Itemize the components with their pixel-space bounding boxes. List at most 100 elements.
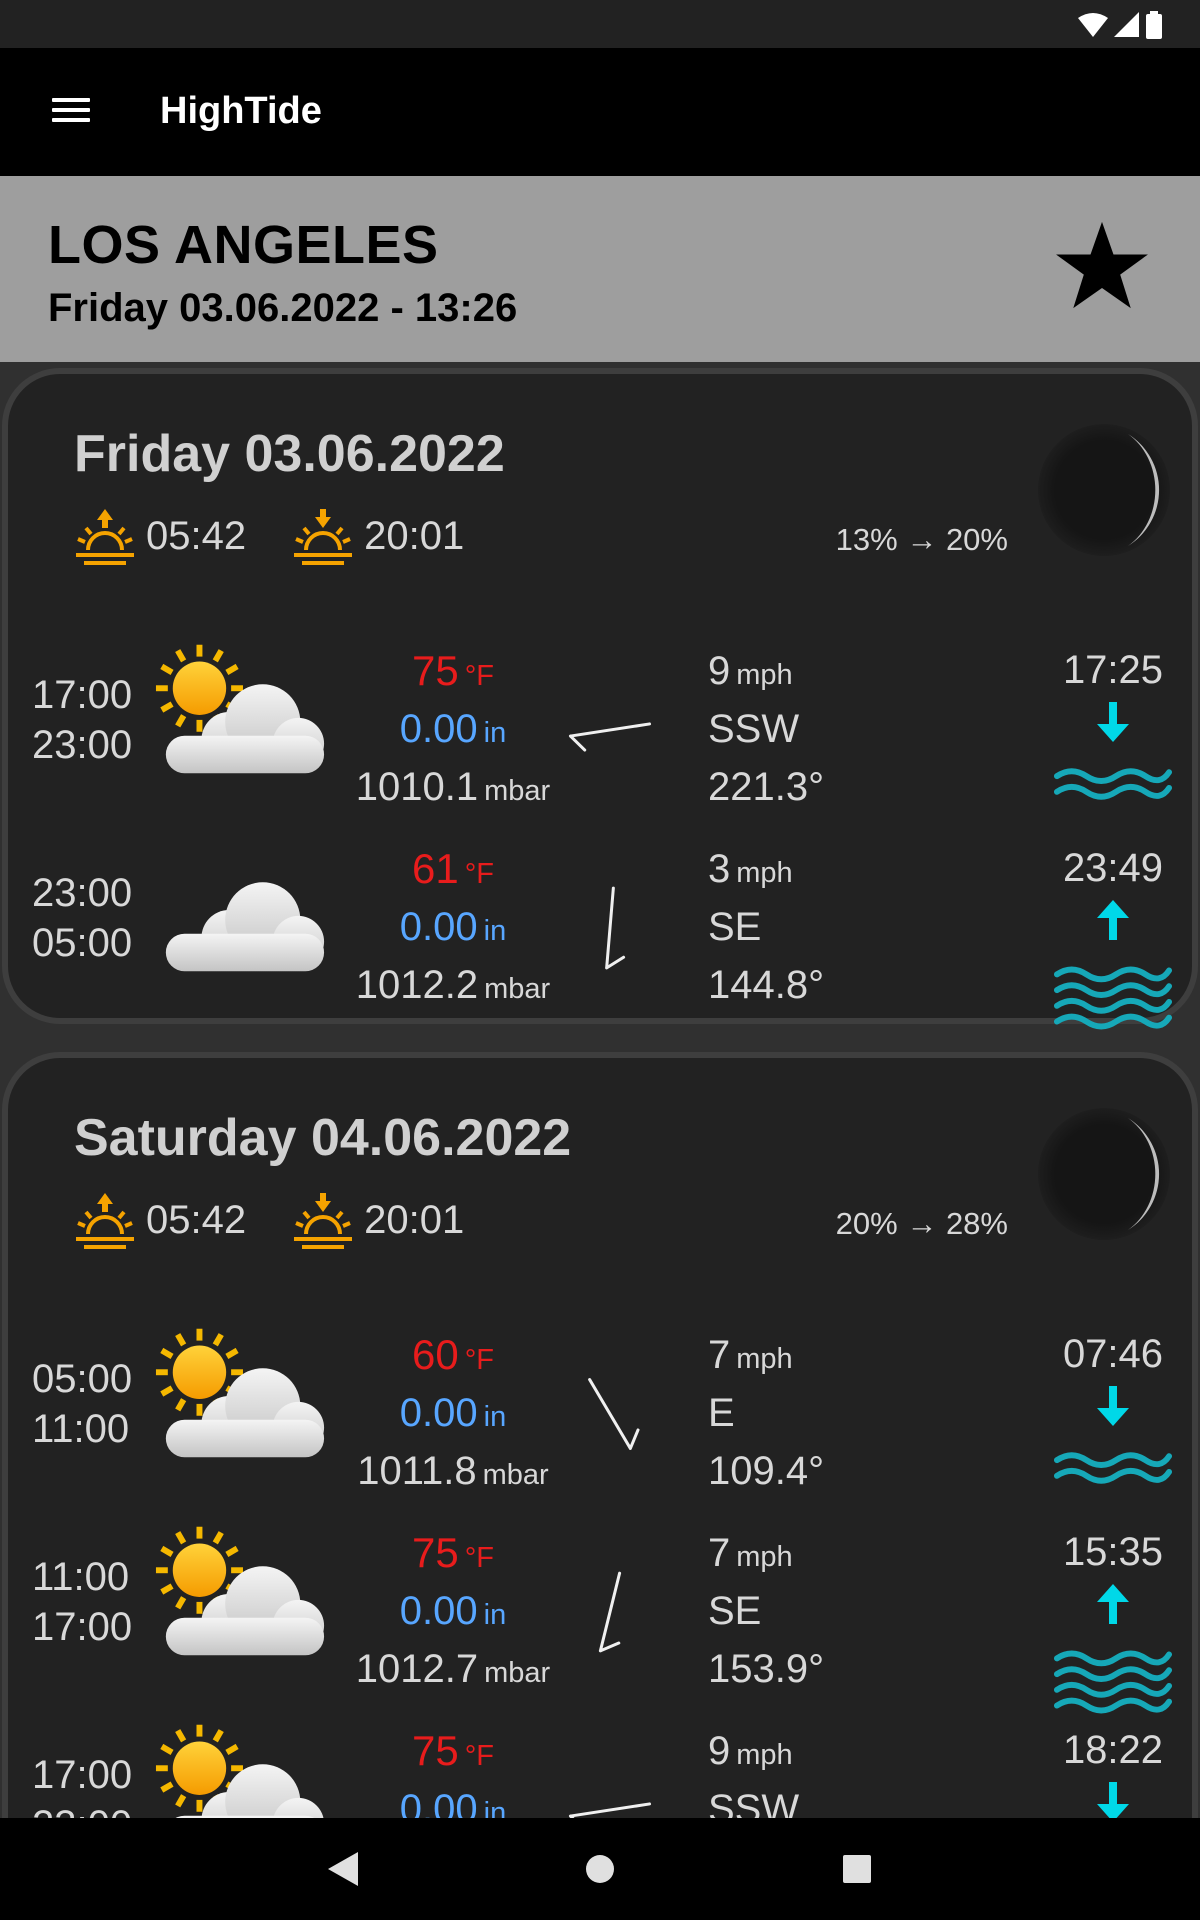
sunrise-icon [76,509,134,565]
favorite-star-icon[interactable] [1054,220,1150,310]
wind-speed: 9 mph [708,642,824,700]
wind-speed-unit: mph [736,659,793,691]
battery-icon [1146,11,1162,39]
precipitation-unit: in [483,915,507,947]
wind-direction-icon [588,1378,640,1450]
pressure-unit: mbar [482,1459,549,1491]
precipitation: 0.00 in [328,700,578,758]
period-end: 23:00 [32,1800,132,1818]
period-times: 05:00 11:00 [32,1354,132,1454]
pressure: 1012.7 mbar [328,1640,578,1698]
tide-info: 15:35 [1048,1524,1178,1720]
moon-illumination: 20% → 28% [835,1206,1008,1241]
sun-times: 05:42 20:01 [74,506,510,566]
forecast-row[interactable]: 11:00 17:00 75 °F 0.00 in 1012.7 mbar 7 mph SE 153.… [8,1512,1198,1714]
weather-values: 75 °F 0.00 in 1012.7 mbar [328,1524,578,1698]
day-title: Friday 03.06.2022 [74,425,505,483]
precipitation-value: 0.00 [399,1787,478,1818]
menu-button[interactable] [44,92,96,132]
precipitation-value: 0.00 [399,1589,478,1633]
precipitation-value: 0.00 [399,905,478,949]
weather-values: 75 °F 0.00 in [328,1722,578,1818]
wind-speed-unit: mph [736,1343,793,1375]
temperature-value: 60 [411,1331,459,1378]
sunrise-time: 05:42 [146,513,247,558]
wind-direction: SE [708,905,762,949]
arrow-up-icon [1097,1584,1129,1624]
location-header: LOS ANGELES Friday 03.06.2022 - 13:26 [0,176,1200,362]
forecast-list[interactable]: Friday 03.06.2022 05:42 20:01 13% → 20% 17:0… [0,362,1200,1818]
wind-direction: SSW [708,1787,800,1818]
tide-info: 07:46 [1048,1326,1178,1490]
wind-direction: SE [708,1589,762,1633]
temperature-unit: °F [464,1344,495,1376]
precipitation: 0.00 in [328,1384,578,1442]
wind-direction: SSW [708,707,800,751]
day-card: Saturday 04.06.2022 05:42 20:01 20% → 28% 05… [2,1052,1198,1818]
precipitation-value: 0.00 [399,707,478,751]
precipitation: 0.00 in [328,898,578,956]
period-times: 17:00 23:00 [32,1750,132,1818]
wind-speed-value: 3 [708,847,731,891]
period-end: 05:00 [32,921,133,965]
recents-icon[interactable] [842,1850,872,1888]
moon-illumination: 13% → 20% [835,522,1008,557]
period-start: 05:00 [32,1357,133,1401]
forecast-row[interactable]: 17:00 23:00 75 °F 0.00 in 1010.1 mbar 9 mph SSW 221… [8,630,1198,828]
moon-phase-icon [1038,424,1170,556]
precipitation-unit: in [483,1401,507,1433]
wind-speed-value: 9 [708,649,731,693]
forecast-row[interactable]: 17:0023:0075°F0.00in9mphSSW18:22 [8,1710,1198,1818]
temperature-unit: °F [464,858,495,890]
wind-direction-icon [568,1802,652,1818]
wind-speed: 7 mph [708,1326,824,1384]
wind-speed-value: 7 [708,1531,731,1575]
period-start: 17:00 [32,1753,133,1797]
back-icon[interactable] [326,1850,360,1888]
pressure: 1010.1 mbar [328,758,578,816]
status-icons [1078,11,1162,39]
temperature-value: 61 [411,845,459,892]
temperature-unit: °F [464,660,495,692]
tide-time: 15:35 [1062,1530,1164,1574]
temperature-unit: °F [464,1542,495,1574]
day-title: Saturday 04.06.2022 [74,1109,572,1167]
wind-direction-icon [598,1571,622,1653]
wind-speed-unit: mph [736,1541,793,1573]
period-times: 23:00 05:00 [32,868,132,968]
period-start: 11:00 [32,1555,130,1599]
wind-values: 3 mph SE 144.8° [708,840,824,1014]
weather-values: 60 °F 0.00 in 1011.8 mbar [328,1326,578,1500]
pressure-value: 1011.8 [357,1449,477,1493]
arrow-down-icon [1097,702,1129,742]
temperature-value: 75 [411,1529,459,1576]
weather-values: 75 °F 0.00 in 1010.1 mbar [328,642,578,816]
partly-cloudy-day-icon [155,1724,324,1818]
temperature: 61 °F [328,840,578,898]
period-start: 17:00 [32,673,133,717]
wind-values: 9 mph SSW 221.3° [708,642,824,816]
pressure: 1012.2 mbar [328,956,578,1014]
forecast-row[interactable]: 23:00 05:00 61 °F 0.00 in 1012.2 mbar 3 mph SE 144.… [8,828,1198,1030]
temperature: 75 °F [328,642,578,700]
wind-degrees: 221.3° [708,765,825,809]
precipitation-value: 0.00 [399,1391,478,1435]
wind-values: 9 mph SSW [708,1722,799,1818]
arrow-up-icon [1097,900,1129,940]
forecast-row[interactable]: 05:00 11:00 60 °F 0.00 in 1011.8 mbar 7 mph E 109.4… [8,1314,1198,1512]
pressure-value: 1012.2 [355,963,479,1007]
temperature: 75 °F [328,1524,578,1582]
wind-degrees: 144.8° [708,963,825,1007]
wind-speed: 9 mph [708,1722,799,1780]
home-icon[interactable] [584,1850,616,1888]
pressure-unit: mbar [484,1657,551,1689]
temperature-unit: °F [464,1740,495,1772]
city-name: LOS ANGELES [48,215,439,275]
wind-degrees: 153.9° [708,1647,825,1691]
tide-info: 23:49 [1048,840,1178,1036]
wind-direction-icon [568,722,652,752]
partly-cloudy-night-icon [165,859,325,972]
arrow-down-icon [1097,1782,1129,1818]
moon-phase-icon [1038,1108,1170,1240]
tide-waves-icon [1053,966,1173,1030]
